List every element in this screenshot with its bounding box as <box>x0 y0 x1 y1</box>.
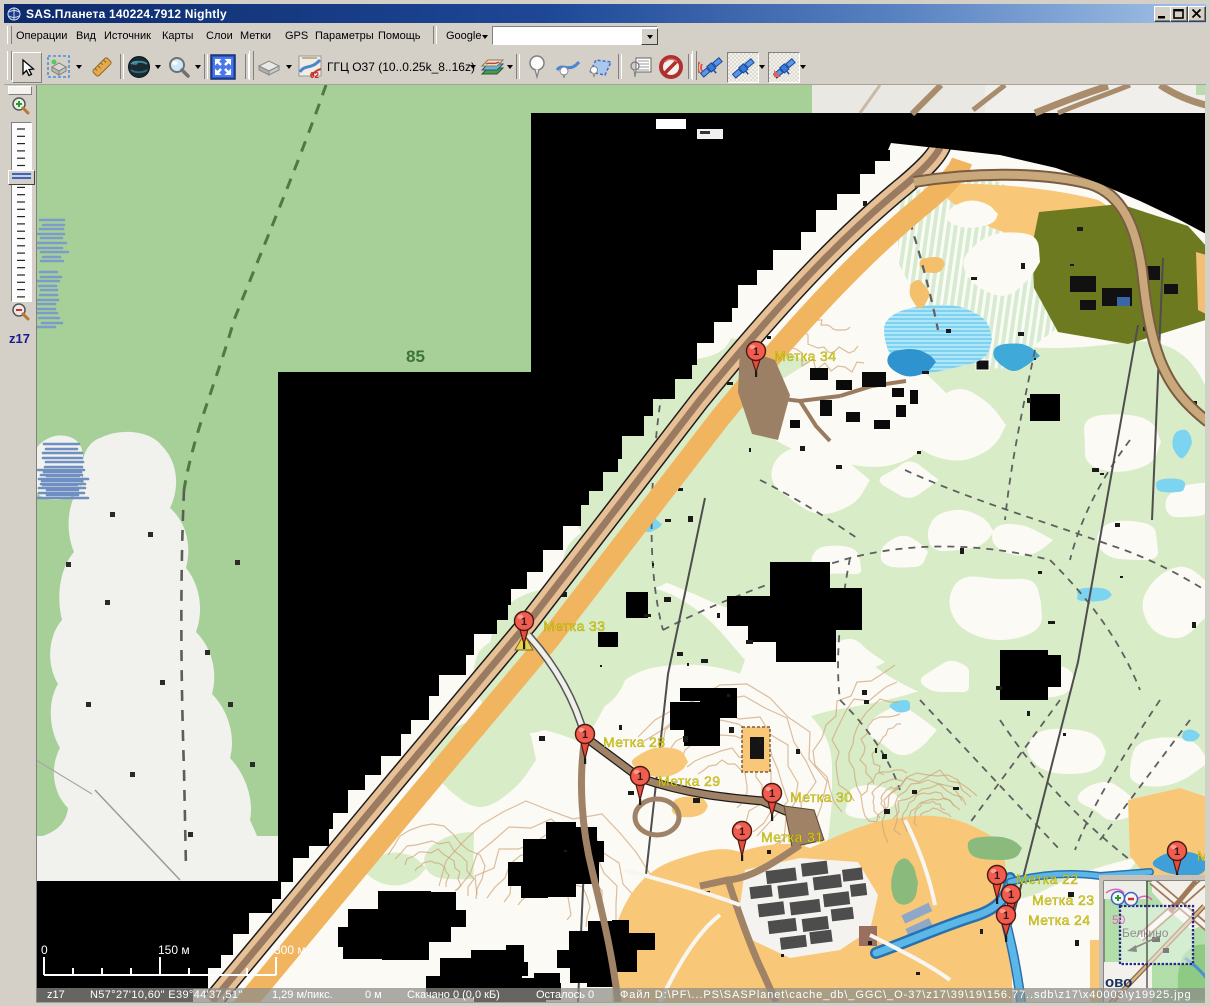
svg-text:Метк: Метк <box>1197 848 1205 864</box>
svg-text:Метка 28: Метка 28 <box>603 734 665 750</box>
svg-text:Метка 34: Метка 34 <box>774 348 836 364</box>
svg-text:0: 0 <box>41 943 48 957</box>
svg-text:85: 85 <box>406 347 425 366</box>
svg-text:150 м: 150 м <box>158 943 190 957</box>
svg-text:1: 1 <box>1008 889 1014 901</box>
svg-text:1: 1 <box>637 771 643 783</box>
svg-text:Метка 31: Метка 31 <box>761 829 823 845</box>
svg-text:Метка 24: Метка 24 <box>1028 912 1090 928</box>
svg-text:1: 1 <box>521 616 527 628</box>
svg-text:50: 50 <box>1112 913 1126 927</box>
svg-text:Белкино: Белкино <box>1122 926 1169 940</box>
svg-text:Метка 33: Метка 33 <box>543 618 605 634</box>
svg-text:1: 1 <box>582 729 588 741</box>
svg-text:300 м: 300 м <box>274 943 306 957</box>
svg-text:1: 1 <box>739 826 745 838</box>
svg-text:1: 1 <box>1003 910 1009 922</box>
svg-text:1: 1 <box>753 346 759 358</box>
svg-text:Метка 29: Метка 29 <box>658 773 720 789</box>
svg-text:Метка 23: Метка 23 <box>1032 892 1094 908</box>
svg-text:Метка 22: Метка 22 <box>1016 871 1078 887</box>
svg-text:1: 1 <box>769 788 775 800</box>
svg-text:1: 1 <box>994 870 1000 882</box>
svg-text:02: 02 <box>310 71 319 80</box>
svg-text:Метка 30: Метка 30 <box>790 789 852 805</box>
svg-text:1: 1 <box>1174 846 1180 858</box>
